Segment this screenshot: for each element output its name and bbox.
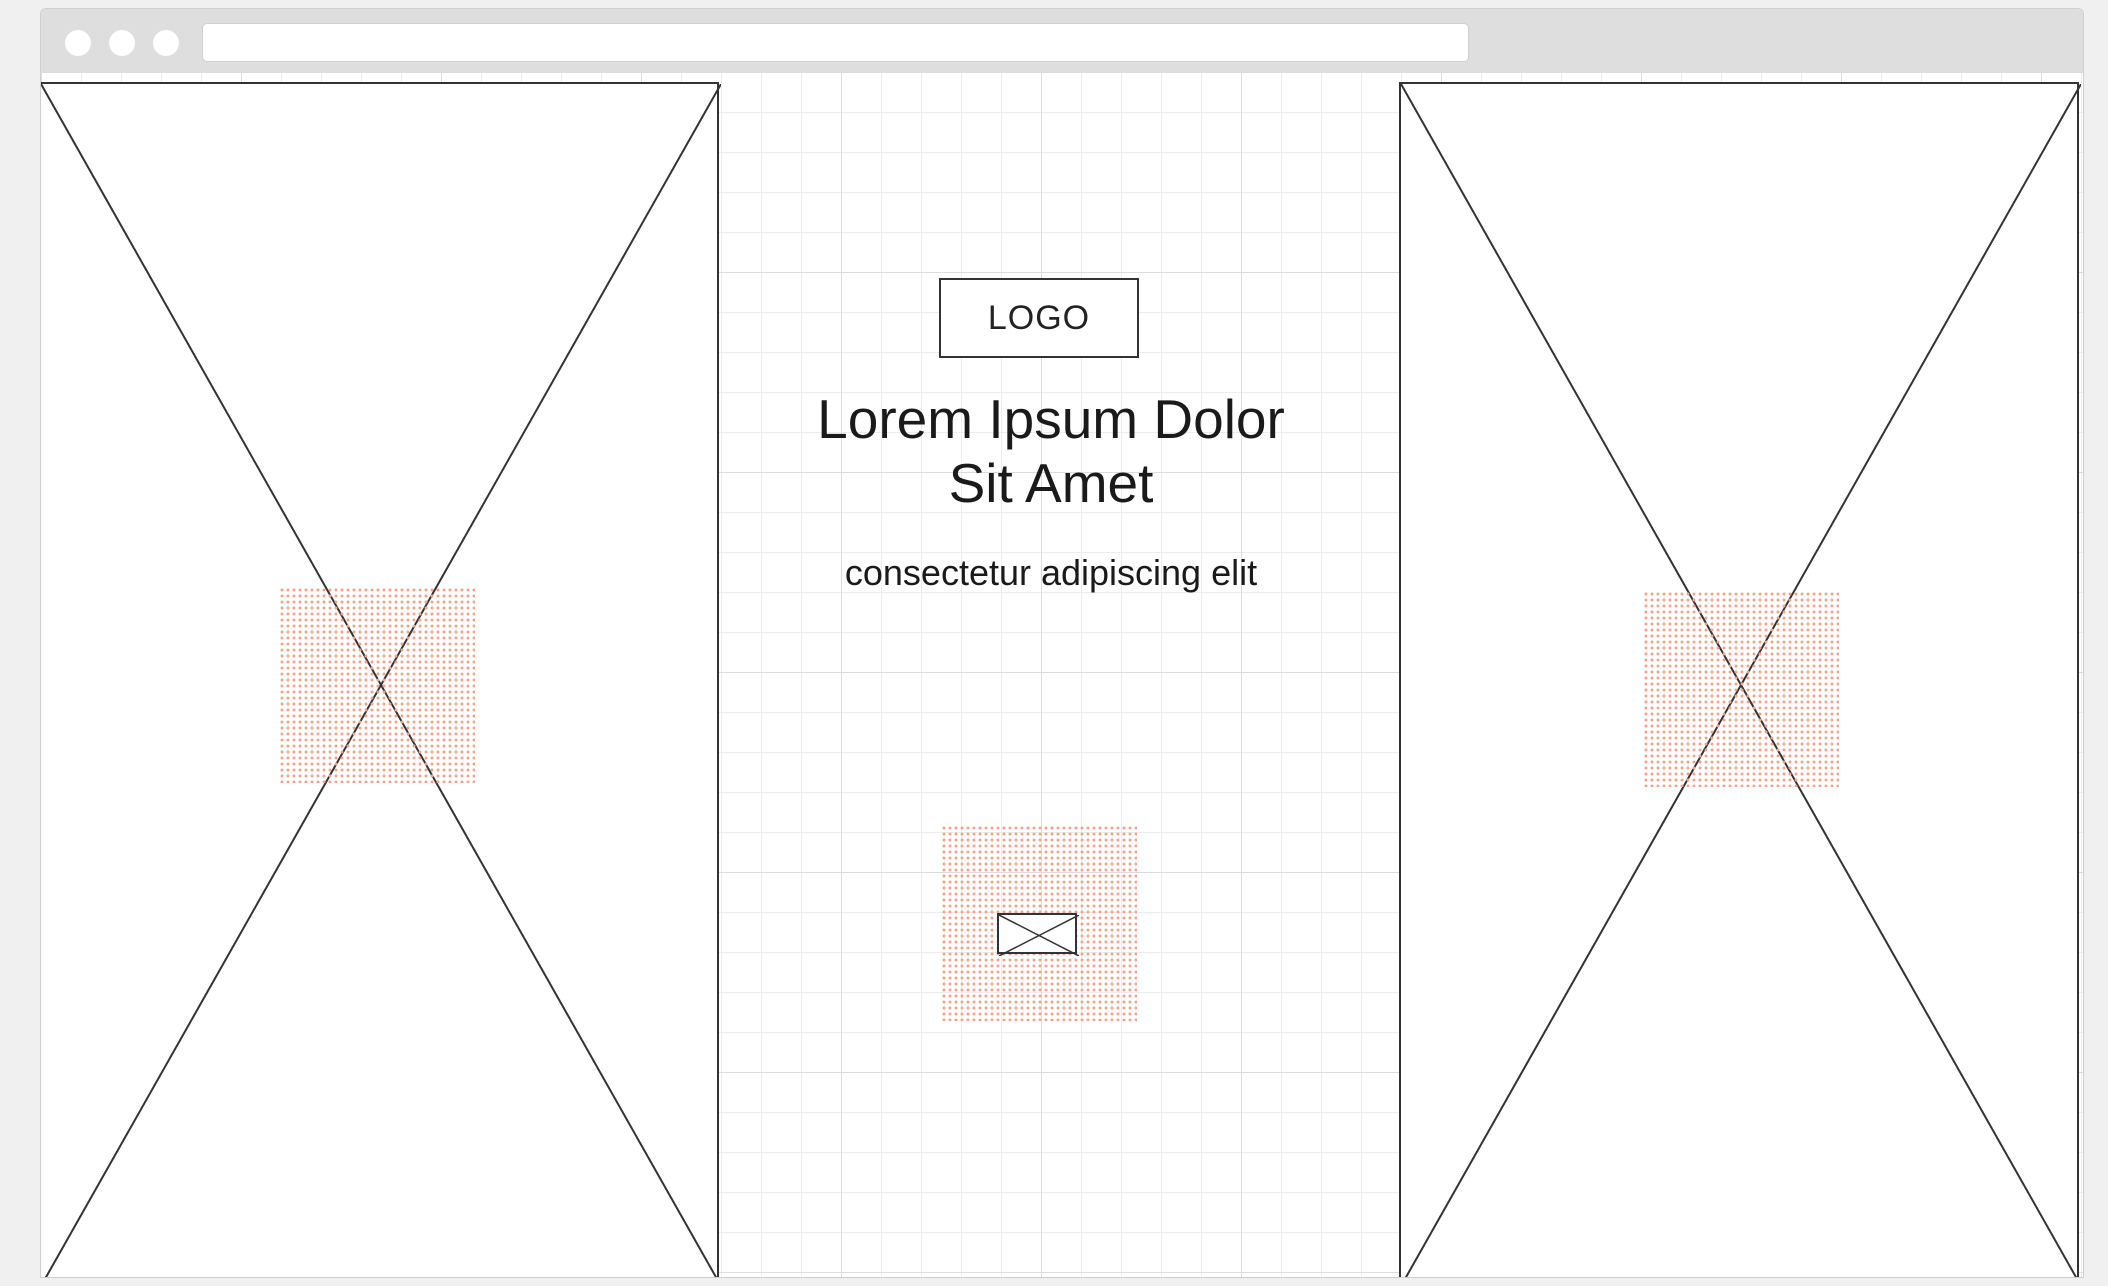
window-close-button[interactable] bbox=[65, 30, 91, 56]
page-canvas: LOGO Lorem Ipsum Dolor Sit Amet consecte… bbox=[41, 72, 2083, 1277]
address-bar[interactable] bbox=[202, 23, 1469, 62]
browser-window: LOGO Lorem Ipsum Dolor Sit Amet consecte… bbox=[40, 8, 2084, 1278]
headline-line-2: Sit Amet bbox=[948, 452, 1154, 514]
window-minimize-button[interactable] bbox=[109, 30, 135, 56]
left-image-placeholder bbox=[41, 82, 721, 1277]
right-image-placeholder bbox=[1399, 82, 2081, 1277]
window-maximize-button[interactable] bbox=[153, 30, 179, 56]
headline-line-1: Lorem Ipsum Dolor bbox=[817, 388, 1285, 450]
small-image-cross-icon bbox=[999, 915, 1079, 956]
logo-placeholder[interactable]: LOGO bbox=[939, 278, 1139, 358]
left-hotspot-pattern bbox=[279, 587, 475, 783]
browser-titlebar bbox=[41, 9, 2083, 72]
hero-headline: Lorem Ipsum Dolor Sit Amet bbox=[781, 387, 1321, 515]
right-hotspot-pattern bbox=[1643, 591, 1839, 787]
small-image-placeholder[interactable] bbox=[997, 913, 1079, 956]
hero-subheadline: consectetur adipiscing elit bbox=[844, 552, 1258, 593]
